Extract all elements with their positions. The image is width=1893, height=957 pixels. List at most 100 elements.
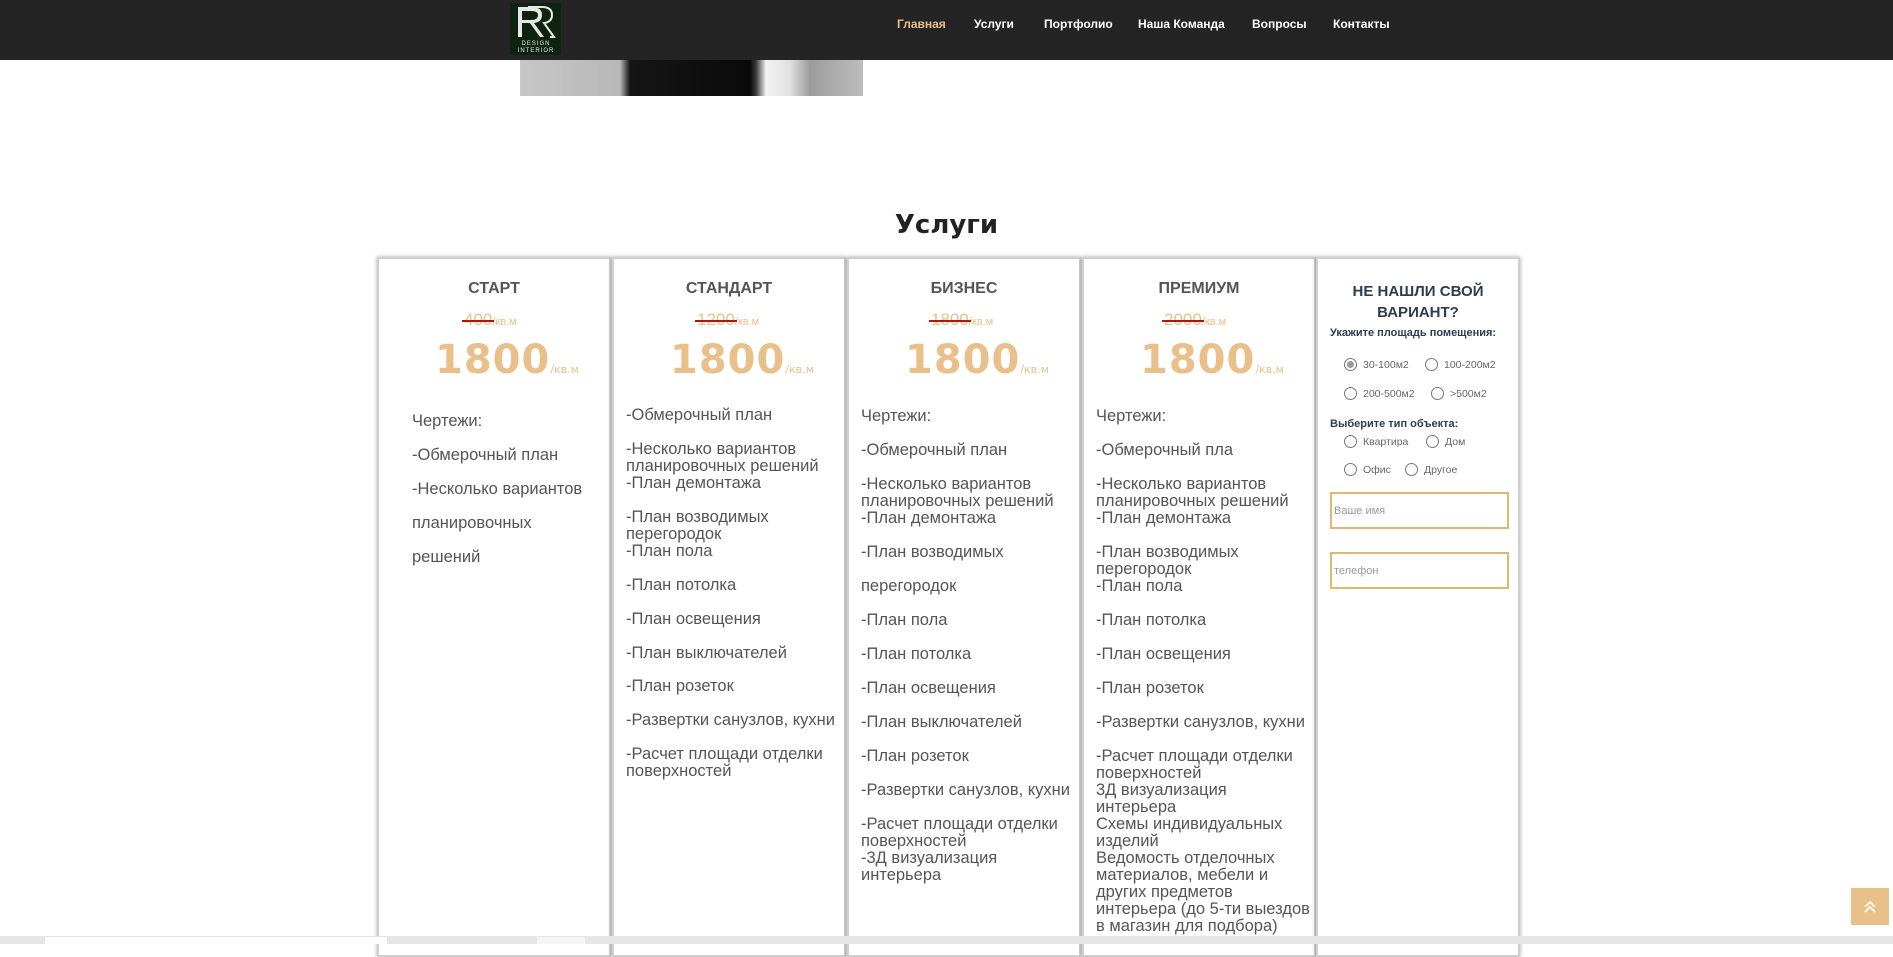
radio-area-100-200[interactable]: 100-200м2 xyxy=(1425,358,1496,371)
scrollbar-thumb[interactable] xyxy=(45,937,387,944)
old-price: 400/кв.м xyxy=(461,310,517,330)
feature-item: -Развертки санузлов, кухни xyxy=(1096,713,1305,731)
feature-item: -План выключателей xyxy=(626,644,787,662)
old-price: 1800/кв.м xyxy=(929,310,994,330)
price-unit: /кв.м xyxy=(785,363,814,376)
feature-item: -Развертки санузлов, кухни xyxy=(861,781,1070,799)
svg-text:INTERIOR: INTERIOR xyxy=(518,48,555,54)
feature-item: -Обмерочный план xyxy=(412,446,559,464)
radio-area-200-500[interactable]: 200-500м2 xyxy=(1344,387,1415,400)
radio-dot[interactable] xyxy=(1344,463,1357,476)
feature-item: -План потолка xyxy=(1096,611,1207,629)
radio-type-other[interactable]: Другое xyxy=(1405,463,1457,476)
nav-item-faq[interactable]: Вопросы xyxy=(1252,17,1307,31)
nav-item-portfolio[interactable]: Портфолио xyxy=(1044,17,1113,31)
radio-type-house[interactable]: Дом xyxy=(1426,435,1465,448)
feature-item: Схемы индивидуальных изделий xyxy=(1096,815,1283,850)
old-price-value: 1200 xyxy=(695,310,737,329)
nav-item-team[interactable]: Наша Команда xyxy=(1138,17,1225,31)
feature-item: -План демонтажа xyxy=(1096,509,1232,527)
radio-label: 100-200м2 xyxy=(1444,358,1496,371)
radio-area-30-100[interactable]: 30-100м2 xyxy=(1344,358,1409,371)
form-title: НЕ НАШЛИ СВОЙ ВАРИАНТ? xyxy=(1352,283,1484,321)
plan-card-premium: ПРЕМИУМ 2000/кв.м 1800/кв.м Чертежи: -Об… xyxy=(1082,257,1316,957)
services-title: Услуги xyxy=(894,210,999,240)
old-price-value: 1800 xyxy=(929,310,971,329)
radio-label: Другое xyxy=(1424,463,1458,476)
radio-dot[interactable] xyxy=(1344,435,1357,448)
radio-label: Дом xyxy=(1445,435,1466,448)
feature-item: Чертежи: xyxy=(412,412,483,430)
custom-request-form: НЕ НАШЛИ СВОЙ ВАРИАНТ? Укажите площадь п… xyxy=(1316,257,1520,957)
price-unit: /кв.м xyxy=(492,316,517,328)
feature-item: -План пола xyxy=(1096,577,1183,595)
feature-item: -План возводимых перегородок xyxy=(1096,543,1239,578)
feature-item: Чертежи: xyxy=(861,407,932,425)
feature-item: 3Д визуализация интерьера xyxy=(1096,781,1227,816)
feature-item: -План пола xyxy=(861,611,948,629)
feature-item: -Обмерочный план xyxy=(861,441,1008,459)
scroll-to-top-button[interactable] xyxy=(1851,888,1889,925)
feature-item: -Несколько вариантов планировочных решен… xyxy=(861,475,1054,510)
plan-card-start: СТАРТ 400/кв.м 1800/кв.м Чертежи: -Обмер… xyxy=(377,257,611,957)
radio-type-office[interactable]: Офис xyxy=(1344,463,1391,476)
radio-dot[interactable] xyxy=(1425,358,1438,371)
feature-list: Чертежи: -Обмерочный план -Несколько вар… xyxy=(412,404,605,574)
radio-area-500-plus[interactable]: >500м2 xyxy=(1431,387,1487,400)
type-label: Выберите тип объекта: xyxy=(1330,418,1459,430)
feature-item: перегородок xyxy=(861,577,957,595)
feature-item: -Несколько вариантов планировочных решен… xyxy=(1096,475,1289,510)
current-price-value: 1800 xyxy=(670,337,786,383)
feature-item: -План розеток xyxy=(626,677,734,695)
old-price-value: 2000 xyxy=(1162,310,1204,329)
site-logo[interactable]: DESIGN INTERIOR xyxy=(510,3,561,55)
plan-card-standard: СТАНДАРТ 1200/кв.м 1800/кв.м -Обмерочный… xyxy=(612,257,846,957)
current-price: 1800/кв.м xyxy=(670,337,814,383)
radio-type-apartment[interactable]: Квартира xyxy=(1344,435,1408,448)
radio-dot[interactable] xyxy=(1431,387,1444,400)
scrollbar-thumb-secondary[interactable] xyxy=(537,937,585,944)
radio-dot[interactable] xyxy=(1426,435,1439,448)
feature-item: -План освещения xyxy=(626,610,761,628)
feature-item: планировочных xyxy=(412,514,532,532)
phone-input[interactable] xyxy=(1330,552,1509,589)
name-input[interactable] xyxy=(1330,492,1509,529)
feature-item: -План розеток xyxy=(861,747,969,765)
old-price: 2000/кв.м xyxy=(1162,310,1227,330)
nav-item-home[interactable]: Главная xyxy=(897,17,946,31)
feature-item: -Расчет площади отделки поверхностей xyxy=(861,815,1058,850)
double-chevron-up-icon xyxy=(1864,900,1876,913)
current-price-value: 1800 xyxy=(435,337,551,383)
feature-item: -План пола xyxy=(626,542,713,560)
plan-name: БИЗНЕС xyxy=(930,280,998,297)
nav-item-contacts[interactable]: Контакты xyxy=(1333,17,1390,31)
radio-label: Офис xyxy=(1363,463,1391,476)
feature-item: -План выключателей xyxy=(861,713,1022,731)
nav-item-services[interactable]: Услуги xyxy=(974,17,1014,31)
old-price-value: 400 xyxy=(461,310,495,329)
feature-item: -Несколько вариантов планировочных решен… xyxy=(626,440,819,475)
price-unit: /кв.м xyxy=(550,363,579,376)
feature-item: -План освещения xyxy=(861,679,996,697)
radio-label: 30-100м2 xyxy=(1363,358,1409,371)
feature-item: Ведомость отделочных материалов, мебели … xyxy=(1096,849,1310,935)
plan-card-business: БИЗНЕС 1800/кв.м 1800/кв.м Чертежи: -Обм… xyxy=(847,257,1081,957)
feature-item: -Развертки санузлов, кухни xyxy=(626,711,835,729)
plan-name: СТАНДАРТ xyxy=(685,280,773,297)
radio-dot[interactable] xyxy=(1344,387,1357,400)
hero-photo xyxy=(520,60,863,96)
feature-item: -План потолка xyxy=(626,576,737,594)
price-unit: /кв.м xyxy=(1201,316,1227,328)
current-price-value: 1800 xyxy=(905,337,1021,383)
radio-dot[interactable] xyxy=(1344,358,1357,371)
current-price: 1800/кв.м xyxy=(905,337,1049,383)
price-unit: /кв.м xyxy=(1020,363,1049,376)
radio-dot[interactable] xyxy=(1405,463,1418,476)
feature-item: Чертежи: xyxy=(1096,407,1167,425)
feature-item: -План розеток xyxy=(1096,679,1204,697)
feature-item: -План возводимых перегородок xyxy=(626,508,769,543)
feature-item: решений xyxy=(412,548,481,566)
feature-item: -План возводимых xyxy=(861,543,1004,561)
feature-item: -Обмерочный план xyxy=(626,406,773,424)
price-unit: /кв.м xyxy=(968,316,994,328)
